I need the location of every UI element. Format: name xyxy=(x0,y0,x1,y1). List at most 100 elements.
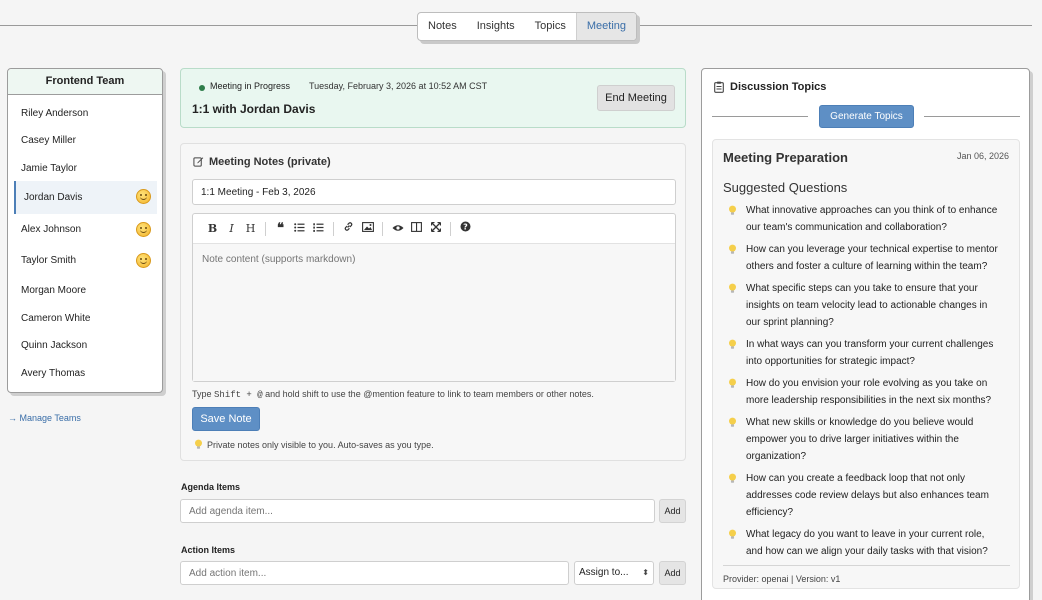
hint-suffix: and hold shift to use the @mention featu… xyxy=(262,389,594,399)
italic-icon[interactable]: I xyxy=(222,220,241,238)
question-line: What specific steps can you take to ensu… xyxy=(746,283,978,294)
meeting-notes-card: Meeting Notes (private) B I H ❝ xyxy=(180,143,686,461)
team-member-name: Cameron White xyxy=(21,313,91,324)
team-member-name: Casey Miller xyxy=(21,135,77,146)
suggested-question: What legacy do you want to leave in your… xyxy=(725,526,1015,560)
smiley-face-icon xyxy=(136,189,151,204)
team-member-name: Jordan Davis xyxy=(24,192,83,203)
team-member-item[interactable]: Morgan Moore xyxy=(14,276,157,306)
numbered-list-icon[interactable] xyxy=(309,220,328,238)
question-line: our sprint planning? xyxy=(746,317,834,328)
tab-meeting[interactable]: Meeting xyxy=(575,13,636,40)
team-member-item[interactable]: Taylor Smith xyxy=(14,246,157,276)
question-line: What new skills or knowledge do you beli… xyxy=(746,417,974,428)
provider-info: Provider: openai | Version: v1 xyxy=(723,574,841,584)
generate-topics-button[interactable]: Generate Topics xyxy=(819,105,914,128)
suggested-question: How can you leverage your technical expe… xyxy=(725,241,1015,275)
team-member-item[interactable]: Cameron White xyxy=(14,304,157,334)
team-title: Frontend Team xyxy=(8,69,162,95)
clipboard-icon xyxy=(714,81,724,96)
note-content-textarea[interactable] xyxy=(193,244,675,381)
question-line: into opportunities for strategic impact? xyxy=(746,356,915,367)
updown-chevron-icon: ⬍ xyxy=(642,568,649,577)
question-line: organization? xyxy=(746,451,807,462)
note-title-input[interactable] xyxy=(192,179,676,205)
team-member-name: Alex Johnson xyxy=(21,224,82,235)
notes-title: Meeting Notes (private) xyxy=(209,156,331,168)
lightbulb-icon xyxy=(729,378,736,388)
meeting-title: 1:1 with Jordan Davis xyxy=(192,102,316,116)
main-tabs: Notes Insights Topics Meeting xyxy=(417,12,637,41)
tab-insights[interactable]: Insights xyxy=(467,13,525,40)
link-icon[interactable] xyxy=(339,220,358,238)
question-line: more leadership responsibilities in the … xyxy=(746,395,992,406)
agenda-input[interactable] xyxy=(180,499,655,523)
team-member-item[interactable]: Quinn Jackson xyxy=(14,331,157,361)
manage-teams-link[interactable]: → Manage Teams xyxy=(8,413,81,423)
tabs-divider-right xyxy=(634,25,1032,26)
save-note-button[interactable]: Save Note xyxy=(192,407,260,431)
add-action-button[interactable]: Add xyxy=(659,561,686,585)
hint-keys: Shift + @ xyxy=(214,390,263,400)
suggested-question: What innovative approaches can you think… xyxy=(725,202,1015,236)
team-member-name: Avery Thomas xyxy=(21,368,86,379)
help-icon[interactable]: ? xyxy=(456,220,475,238)
add-agenda-button[interactable]: Add xyxy=(659,499,686,523)
suggested-question: How do you envision your role evolving a… xyxy=(725,375,1015,409)
toolbar-separator xyxy=(382,221,383,236)
team-member-item[interactable]: Jordan Davis xyxy=(14,181,157,214)
bold-icon[interactable]: B xyxy=(203,220,222,238)
lightbulb-icon xyxy=(729,205,736,215)
team-member-item[interactable]: Alex Johnson xyxy=(14,215,157,245)
live-status-dot xyxy=(199,85,205,91)
suggested-questions-title: Suggested Questions xyxy=(723,180,848,195)
image-icon[interactable] xyxy=(358,220,377,238)
tabs-divider-left xyxy=(0,25,417,26)
team-panel: Frontend Team Riley Anderson Casey Miller… xyxy=(7,68,163,393)
question-line: our team's communication and collaborati… xyxy=(746,222,947,233)
smiley-face-icon xyxy=(136,222,151,237)
question-line: In what ways can you transform your curr… xyxy=(746,339,994,350)
agenda-label: Agenda Items xyxy=(181,482,241,492)
bullet-list-icon[interactable] xyxy=(290,220,309,238)
team-member-item[interactable]: Riley Anderson xyxy=(14,99,157,129)
team-member-name: Quinn Jackson xyxy=(21,340,88,351)
tab-topics[interactable]: Topics xyxy=(525,13,576,40)
smiley-face-icon xyxy=(136,253,151,268)
lightbulb-icon xyxy=(729,283,736,293)
heading-icon[interactable]: H xyxy=(241,220,260,238)
team-member-item[interactable]: Casey Miller xyxy=(14,126,157,156)
generate-divider-left xyxy=(712,116,808,117)
action-input[interactable] xyxy=(180,561,569,585)
meeting-preparation-card: Meeting Preparation Jan 06, 2026 Suggest… xyxy=(712,139,1020,589)
mention-hint: Type Shift + @ and hold shift to use the… xyxy=(192,389,594,400)
team-member-name: Riley Anderson xyxy=(21,108,89,119)
end-meeting-button[interactable]: End Meeting xyxy=(597,85,675,111)
quote-icon[interactable]: ❝ xyxy=(271,220,290,238)
meeting-banner: Meeting in Progress Tuesday, February 3,… xyxy=(180,68,686,128)
team-member-item[interactable]: Jamie Taylor xyxy=(14,154,157,184)
prep-divider xyxy=(723,565,1010,566)
edit-icon xyxy=(193,156,204,170)
side-by-side-icon[interactable] xyxy=(407,220,426,238)
lightbulb-icon xyxy=(195,439,202,449)
fullscreen-icon[interactable] xyxy=(426,220,445,238)
question-line: How can you create a feedback loop that … xyxy=(746,473,966,484)
discussion-panel: Discussion Topics Generate Topics Meetin… xyxy=(701,68,1030,600)
lightbulb-icon xyxy=(729,244,736,254)
preview-eye-icon[interactable] xyxy=(388,220,407,238)
suggested-question: What new skills or knowledge do you beli… xyxy=(725,414,1015,465)
assign-select[interactable]: Assign to... ⬍ xyxy=(574,561,654,585)
hint-prefix: Type xyxy=(192,389,215,399)
prep-title: Meeting Preparation xyxy=(723,150,848,165)
team-member-item[interactable]: Avery Thomas xyxy=(14,359,157,389)
toolbar-separator xyxy=(265,221,266,236)
discussion-title: Discussion Topics xyxy=(730,81,827,93)
lightbulb-icon xyxy=(729,529,736,539)
question-line: empower you to drive larger initiatives … xyxy=(746,434,959,445)
privacy-note: Private notes only visible to you. Auto-… xyxy=(194,439,434,450)
lightbulb-icon xyxy=(729,339,736,349)
editor-toolbar: B I H ❝ ? xyxy=(193,214,675,244)
markdown-editor: B I H ❝ ? Note content (supports markdow… xyxy=(192,213,676,382)
tab-notes[interactable]: Notes xyxy=(418,13,467,40)
